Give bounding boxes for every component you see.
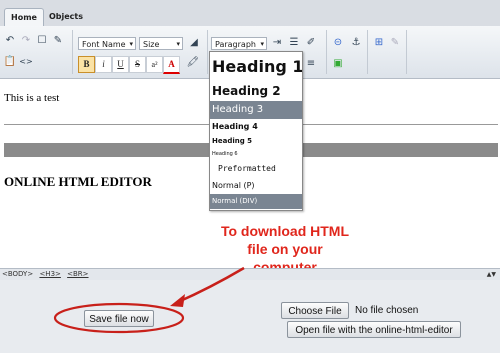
annotation-arrow <box>53 266 245 334</box>
arrow-line <box>177 266 245 304</box>
highlight-ellipse <box>53 302 185 334</box>
arrow-head-icon <box>170 294 185 307</box>
